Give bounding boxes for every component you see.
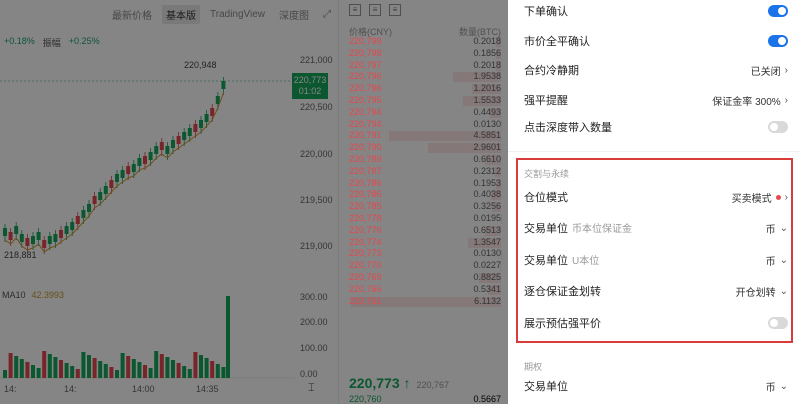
- market-close-confirm-label: 市价全平确认: [524, 36, 590, 48]
- chevron-right-icon: ›: [784, 64, 788, 76]
- ask-price: 220,796: [349, 71, 382, 82]
- chevron-down-icon: ⌄: [779, 380, 788, 392]
- cooling-period-row[interactable]: 合约冷静期 已关闭 ›: [524, 56, 788, 84]
- ask-qty: 0.1953: [473, 177, 501, 188]
- ask-price: 220,766: [349, 283, 382, 294]
- cooling-period-value: 已关闭: [750, 66, 781, 78]
- order-confirm-toggle[interactable]: [768, 5, 788, 17]
- settings-panel: 下单确认 市价全平确认 合约冷静期 已关闭 › 强平提醒 保证金率 300% › 点…: [508, 0, 800, 404]
- ask-qty: 0.0227: [473, 260, 501, 271]
- ask-qty: 0.5341: [473, 283, 501, 294]
- ask-qty: 0.6610: [473, 153, 501, 164]
- ask-price: 220,770: [349, 260, 382, 271]
- liquidation-alert-row[interactable]: 强平提醒 保证金率 300% ›: [524, 86, 788, 114]
- ask-qty: 0.2312: [473, 165, 501, 176]
- divider: [508, 151, 800, 152]
- ask-price: 220,776: [349, 224, 382, 235]
- ask-price: 220,790: [349, 142, 382, 153]
- ask-price: 220,799: [349, 36, 382, 46]
- ask-price: 220,794: [349, 106, 382, 117]
- ask-price: 220,796: [349, 83, 382, 94]
- ask-qty: 0.6513: [473, 224, 501, 235]
- depth-click-row: 点击深度带入数量: [524, 113, 788, 141]
- ask-price: 220,773: [349, 248, 382, 259]
- liquidation-alert-label: 强平提醒: [524, 95, 568, 107]
- modal-backdrop[interactable]: [0, 0, 508, 404]
- ask-qty: 0.0130: [473, 248, 501, 259]
- ask-qty: 0.2018: [473, 36, 501, 46]
- ask-qty: 1.3547: [473, 236, 501, 247]
- options-trade-unit-label: 交易单位: [524, 381, 568, 393]
- ask-price: 220,789: [349, 153, 382, 164]
- ask-qty: 1.2016: [473, 83, 501, 94]
- ask-price: 220,787: [349, 165, 382, 176]
- highlight-annotation: [516, 158, 793, 343]
- options-trade-unit-value: 币: [765, 382, 776, 394]
- ask-qty: 6.1132: [474, 295, 501, 306]
- ask-price: 220,795: [349, 94, 382, 105]
- order-confirm-row: 下单确认: [524, 0, 788, 25]
- order-confirm-label: 下单确认: [524, 6, 568, 18]
- ask-price: 220,791: [349, 130, 382, 141]
- ask-price: 220,786: [349, 177, 382, 188]
- depth-click-toggle[interactable]: [768, 121, 788, 133]
- market-close-confirm-row: 市价全平确认: [524, 27, 788, 55]
- chevron-right-icon: ›: [784, 94, 788, 106]
- ask-qty: 1.9538: [473, 71, 501, 82]
- ask-qty: 0.0195: [473, 212, 501, 223]
- ask-price: 220,785: [349, 201, 382, 212]
- ask-price: 220,794: [349, 118, 382, 129]
- ask-qty: 1.5533: [473, 94, 501, 105]
- ask-price: 220,778: [349, 212, 382, 223]
- ask-price: 220,798: [349, 47, 382, 58]
- ask-price: 220,769: [349, 271, 382, 282]
- ask-qty: 0.4038: [473, 189, 501, 200]
- ask-qty: 2.9601: [473, 142, 501, 153]
- ask-qty: 0.2018: [473, 59, 501, 70]
- ask-price: 220,797: [349, 59, 382, 70]
- ask-qty: 0.3256: [473, 201, 501, 212]
- ask-price: 220,786: [349, 189, 382, 200]
- ask-price: 220,774: [349, 236, 382, 247]
- depth-click-label: 点击深度带入数量: [524, 122, 612, 134]
- market-close-confirm-toggle[interactable]: [768, 35, 788, 47]
- cooling-period-label: 合约冷静期: [524, 65, 579, 77]
- ask-qty: 0.1856: [473, 47, 501, 58]
- ask-price: 220,761: [349, 295, 382, 306]
- ask-qty: 0.8825: [473, 271, 501, 282]
- ask-qty: 0.4493: [473, 106, 501, 117]
- ask-qty: 0.0130: [473, 118, 501, 129]
- options-trade-unit-row[interactable]: 交易单位 币 ⌄: [524, 372, 788, 400]
- liquidation-alert-value: 保证金率 300%: [712, 96, 781, 108]
- ask-qty: 4.5851: [473, 130, 501, 141]
